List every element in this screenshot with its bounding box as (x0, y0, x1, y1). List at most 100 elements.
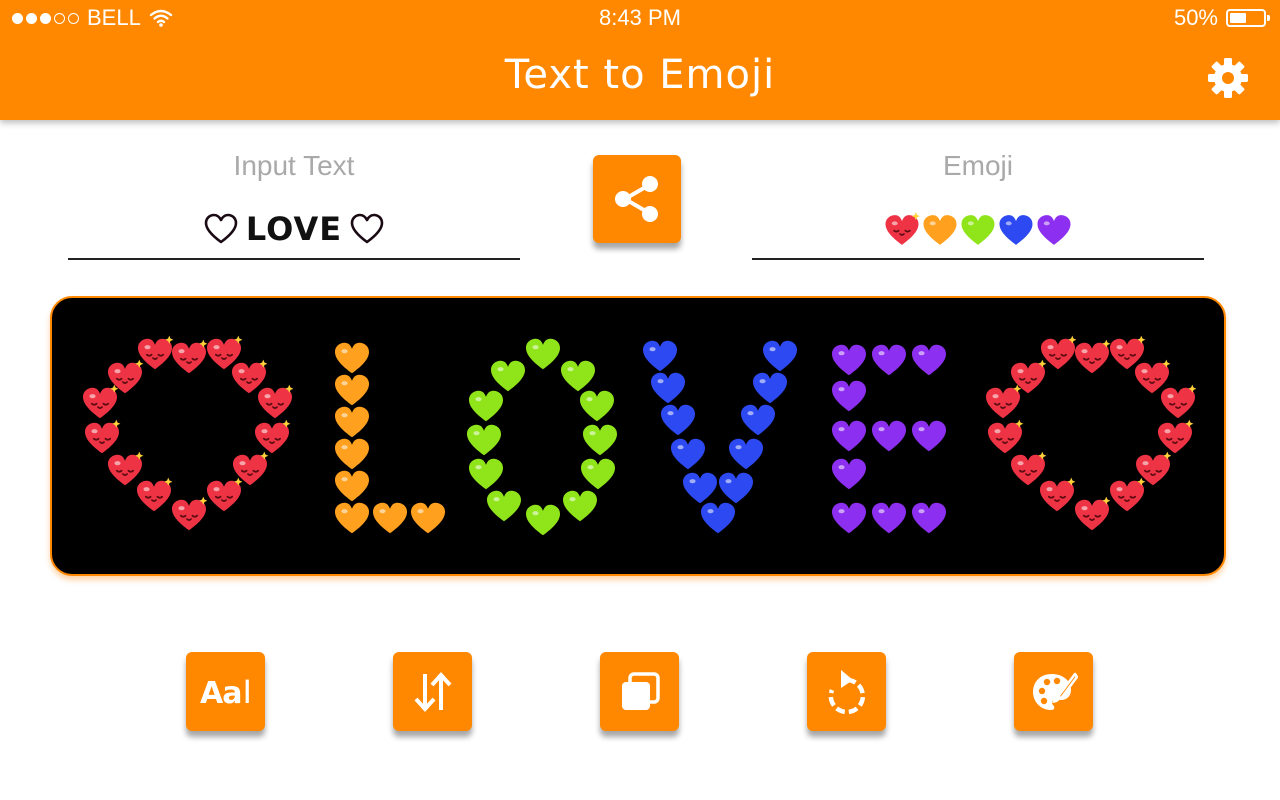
green-heart-mark (469, 390, 503, 422)
blue-heart-mark (661, 404, 695, 436)
battery-icon (1226, 9, 1270, 27)
green-heart-mark (581, 458, 615, 490)
emoji-heart (1037, 215, 1071, 245)
green-heart-icon (961, 215, 995, 245)
input-text-field[interactable]: LOVE (68, 200, 520, 260)
battery-percent: 50% (1173, 5, 1218, 30)
orange-heart-icon (923, 215, 957, 245)
purple-heart-mark (912, 344, 946, 376)
blue-heart-icon (999, 215, 1033, 245)
emoji-selection (884, 212, 1072, 246)
green-heart-mark (526, 504, 560, 536)
green-heart-mark (580, 390, 614, 422)
emoji-heart (961, 215, 995, 245)
red-heart-face-mark (172, 496, 208, 531)
red-heart-face-mark (258, 384, 294, 419)
blue-heart-mark (763, 340, 797, 372)
orange-heart-mark (335, 502, 369, 534)
palette-icon (1032, 672, 1078, 710)
status-right: 50% (1173, 4, 1270, 32)
green-heart-mark (526, 338, 560, 370)
blue-heart-mark (643, 340, 677, 372)
red-heart-face-mark (108, 451, 144, 486)
orange-heart-mark (335, 470, 369, 502)
orange-heart-mark (411, 502, 445, 534)
purple-heart-mark (832, 344, 866, 376)
blue-heart-mark (671, 438, 705, 470)
purple-heart-mark (832, 458, 866, 490)
purple-heart-mark (832, 380, 866, 412)
blue-heart-mark (753, 372, 787, 404)
red-heart-face-mark (85, 419, 121, 454)
rotate-icon (828, 669, 865, 714)
green-heart-mark (487, 490, 521, 522)
purple-heart-mark (872, 344, 906, 376)
purple-heart-icon (1037, 215, 1071, 245)
green-heart-mark (561, 360, 595, 392)
green-heart-mark (469, 458, 503, 490)
blue-heart-mark (741, 404, 775, 436)
input-text-value: LOVE (245, 210, 343, 248)
blue-heart-mark (651, 372, 685, 404)
gear-icon (1208, 58, 1248, 98)
emoji-field[interactable] (752, 200, 1204, 260)
share-button[interactable] (593, 155, 681, 243)
red-heart-face-mark (1041, 335, 1077, 370)
red-heart-face-mark (988, 419, 1024, 454)
red-heart-face-mark (1075, 339, 1111, 374)
red-heart-face-mark (207, 477, 243, 512)
green-heart-mark (467, 424, 501, 456)
green-heart-mark (491, 360, 525, 392)
red-heart-face-mark (1161, 384, 1197, 419)
emoji-heart (923, 215, 957, 245)
green-heart-mark (563, 490, 597, 522)
blue-heart-mark (683, 472, 717, 504)
outline-heart-icon (204, 213, 238, 244)
red-heart-face-mark (1075, 496, 1111, 531)
red-heart-face-mark (1040, 477, 1076, 512)
red-heart-face-mark (255, 419, 291, 454)
orange-heart-mark (335, 374, 369, 406)
outline-heart-icon (350, 213, 384, 244)
settings-button[interactable] (1206, 56, 1250, 100)
red-heart-face-mark (137, 477, 173, 512)
purple-heart-mark (912, 502, 946, 534)
orange-heart-mark (335, 438, 369, 470)
orange-heart-mark (335, 342, 369, 374)
red-heart-face-mark (138, 335, 174, 370)
sort-button[interactable] (393, 652, 472, 731)
purple-heart-mark (832, 502, 866, 534)
red-heart-face-mark (1110, 477, 1146, 512)
blue-heart-mark (701, 502, 735, 534)
orange-heart-mark (373, 502, 407, 534)
sort-arrows-icon (414, 671, 451, 712)
blue-heart-mark (719, 472, 753, 504)
emoji-art-canvas (50, 296, 1226, 576)
page-title: Text to Emoji (504, 52, 776, 98)
red-heart-face-mark (232, 359, 268, 394)
purple-heart-mark (872, 502, 906, 534)
share-icon (615, 176, 658, 222)
input-text-label: Input Text (233, 150, 355, 181)
palette-button[interactable] (1014, 652, 1093, 731)
red-heart-face-mark (1011, 451, 1047, 486)
copy-button[interactable] (600, 652, 679, 731)
blue-heart-mark (729, 438, 763, 470)
red-heart-face-mark (83, 384, 119, 419)
red-heart-face-mark (1135, 359, 1171, 394)
purple-heart-mark (872, 420, 906, 452)
font-button[interactable]: AaI (186, 652, 265, 731)
red-heart-face-icon (885, 212, 920, 245)
orange-heart-mark (335, 406, 369, 438)
purple-heart-mark (912, 420, 946, 452)
font-icon: AaI (200, 672, 252, 711)
red-heart-face-mark (986, 384, 1022, 419)
red-heart-face-mark (1158, 419, 1194, 454)
emoji-label: Emoji (942, 150, 1013, 181)
status-time: 8:43 PM (599, 5, 681, 30)
green-heart-mark (583, 424, 617, 456)
emoji-heart (999, 215, 1033, 245)
emoji-heart (885, 212, 920, 245)
rotate-button[interactable] (807, 652, 886, 731)
red-heart-face-mark (172, 339, 208, 374)
